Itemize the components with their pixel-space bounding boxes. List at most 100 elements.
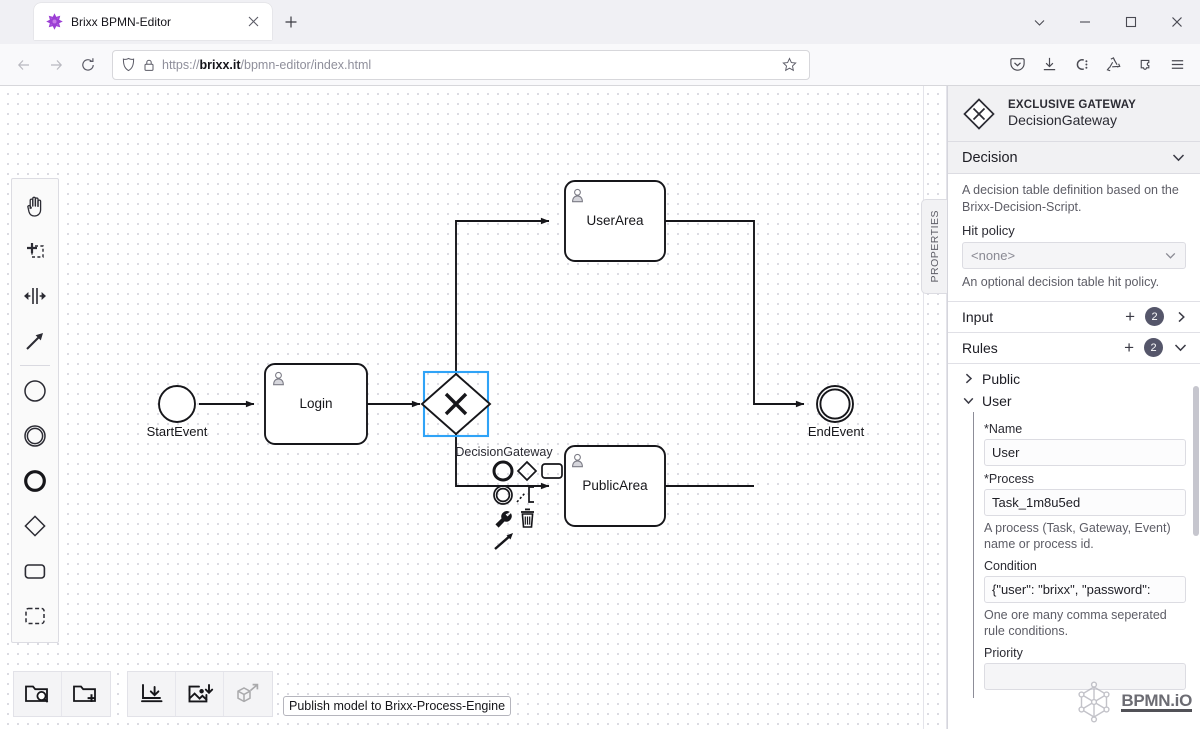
rules-count-badge: 2 [1144,338,1163,357]
chevron-right-icon[interactable] [962,372,975,385]
pocket-icon[interactable] [1002,50,1032,80]
rules-section-header[interactable]: Rules + 2 [948,333,1200,364]
space-tool-icon[interactable] [12,273,58,318]
shield-icon[interactable] [121,57,136,72]
hand-icon[interactable] [12,183,58,228]
input-section-header[interactable]: Input + 2 [948,302,1200,333]
lasso-icon[interactable] [12,228,58,273]
folder-search-icon[interactable] [14,672,62,716]
node-label-decision-gateway: DecisionGateway [455,445,553,459]
page-content: StartEvent Login DecisionGateway [0,86,1200,729]
add-rule-button[interactable]: + [1124,339,1134,356]
container-icon[interactable] [1066,50,1096,80]
rule-name-input[interactable]: User [984,439,1186,466]
brixx-star-icon [46,13,63,30]
file-toolbar[interactable] [13,671,111,717]
element-type-label: EXCLUSIVE GATEWAY [1008,98,1136,112]
reload-icon[interactable] [72,50,104,80]
scrollbar-thumb[interactable] [1193,386,1199,536]
chevron-right-icon[interactable] [1174,310,1188,324]
decision-group-body: A decision table definition based on the… [948,174,1200,302]
bpmn-io-logo-icon [1071,679,1117,725]
bpmn-node-decision-gateway[interactable] [422,374,490,434]
publish-tooltip: Publish model to Brixx-Process-Engine [283,696,511,716]
wrench-icon[interactable] [496,512,511,527]
window-controls [1016,0,1200,44]
node-label-public-area: PublicArea [582,478,648,493]
image-download-icon[interactable] [176,672,224,716]
gateway-diamond-icon[interactable] [12,503,58,548]
decision-group-header[interactable]: Decision [948,142,1200,174]
rules-section-title: Rules [962,340,1114,356]
browser-tab[interactable]: Brixx BPMN-Editor [34,3,272,40]
append-end-event-icon[interactable] [494,462,512,480]
close-icon[interactable] [242,11,264,33]
append-task-icon[interactable] [542,464,562,478]
recycle-icon[interactable] [1098,50,1128,80]
chevron-down-icon[interactable] [1173,340,1188,355]
trash-icon[interactable] [521,509,534,527]
lock-icon[interactable] [142,58,156,72]
rule-label-user: User [982,393,1012,409]
browser-window: Brixx BPMN-Editor [0,0,1200,729]
app-menu-icon[interactable] [1162,50,1192,80]
rule-process-input[interactable]: Task_1m8u5ed [984,489,1186,516]
properties-header: EXCLUSIVE GATEWAY DecisionGateway [948,86,1200,142]
end-event-icon[interactable] [12,458,58,503]
intermediate-event-icon[interactable] [12,413,58,458]
minimize-icon[interactable] [1062,0,1108,44]
rule-condition-input[interactable]: {"user": "brixx", "password": [984,576,1186,603]
add-input-button[interactable]: + [1125,308,1135,325]
properties-scrollbar[interactable] [1192,86,1200,729]
connect-arrow-icon[interactable] [495,533,513,549]
bpmn-node-login-task: Login [265,364,367,444]
node-label-start-event: StartEvent [147,424,208,439]
downloads-icon[interactable] [1034,50,1064,80]
list-all-tabs-icon[interactable] [1016,0,1062,44]
node-label-end-event: EndEvent [808,424,865,439]
arrow-connect-icon[interactable] [12,318,58,363]
back-icon[interactable] [8,50,40,80]
folder-plus-icon[interactable] [62,672,110,716]
properties-tab-label: PROPERTIES [929,210,941,283]
bookmark-star-icon[interactable] [777,53,801,77]
bpmn-diagram[interactable]: StartEvent Login DecisionGateway [0,86,947,729]
task-rect-icon[interactable] [12,548,58,593]
bpmn-io-watermark[interactable]: BPMN.iO [1071,679,1192,725]
maximize-icon[interactable] [1108,0,1154,44]
url-text[interactable]: https://brixx.it/bpmn-editor/index.html [162,58,771,72]
append-text-annotation-icon[interactable] [517,487,534,502]
publish-cube-icon[interactable] [224,672,272,716]
bpmn-canvas[interactable]: StartEvent Login DecisionGateway [0,86,947,729]
url-bar[interactable]: https://brixx.it/bpmn-editor/index.html [112,50,810,80]
append-intermediate-event-icon[interactable] [494,486,512,504]
bpmn-node-end-event [817,386,853,422]
hit-policy-hint: An optional decision table hit policy. [962,274,1186,291]
element-name-label: DecisionGateway [1008,112,1136,130]
properties-tab-handle[interactable]: PROPERTIES [921,199,947,294]
close-window-icon[interactable] [1154,0,1200,44]
decision-group-title: Decision [962,150,1171,166]
rule-process-hint: A process (Task, Gateway, Event) name or… [984,520,1186,553]
new-tab-button[interactable] [278,9,304,35]
export-toolbar[interactable] [127,671,273,717]
rule-item-user[interactable]: User [948,390,1200,412]
hit-policy-select[interactable]: <none> [962,242,1186,269]
extension-icon[interactable] [1130,50,1160,80]
forward-icon[interactable] [40,50,72,80]
save-download-icon[interactable] [128,672,176,716]
rule-condition-hint: One ore many comma seperated rule condit… [984,607,1186,640]
element-context-pad[interactable] [494,462,562,549]
chevron-down-icon[interactable] [962,394,975,407]
bpmn-palette[interactable] [11,178,59,643]
chevron-down-icon[interactable] [1171,150,1186,165]
chevron-down-icon [1164,249,1177,262]
browser-titlebar: Brixx BPMN-Editor [0,0,1200,44]
decision-description: A decision table definition based on the… [962,182,1186,215]
start-event-icon[interactable] [12,368,58,413]
group-dashed-icon[interactable] [12,593,58,638]
rule-item-public[interactable]: Public [948,368,1200,390]
append-gateway-icon[interactable] [518,462,536,480]
bpmn-node-public-area: PublicArea [565,446,665,526]
bpmn-node-user-area: UserArea [565,181,665,261]
